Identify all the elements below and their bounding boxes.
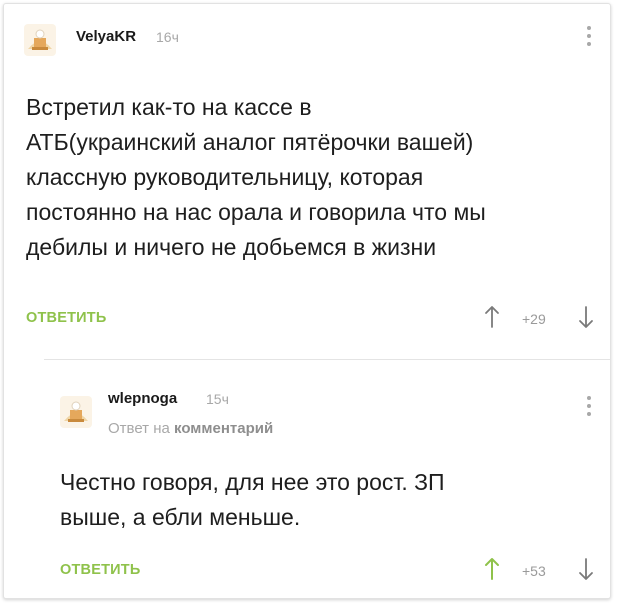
reply-button[interactable]: ОТВЕТИТЬ: [60, 562, 140, 578]
comment-time: 16ч: [156, 29, 179, 45]
comment-text-line: дебилы и ничего не добьемся в жизни: [26, 234, 437, 260]
reply-to-prefix: Ответ на: [108, 420, 170, 437]
rating-value: +53: [522, 563, 546, 579]
comment-text-line: выше, а ебли меньше.: [60, 504, 301, 530]
more-options-icon[interactable]: [584, 396, 594, 420]
upvote-arrow-icon[interactable]: [484, 305, 500, 329]
reply-to-line: Ответ на комментарий: [108, 420, 273, 437]
comment-text-line: классную руководительницу, которая: [26, 164, 424, 190]
avatar-icon[interactable]: [24, 24, 56, 56]
comment-text-line: Встретил как-то на кассе в: [26, 94, 312, 120]
rating-value: +29: [522, 311, 546, 327]
comment-time: 15ч: [206, 391, 229, 407]
comment-body: Честно говоря, для нее это рост. ЗП выше…: [60, 465, 600, 535]
comment-username[interactable]: VelyaKR: [76, 28, 136, 45]
reply-to-link[interactable]: комментарий: [174, 420, 273, 437]
comment-body: Встретил как-то на кассе в АТБ(украински…: [26, 90, 596, 265]
comment-text-line: АТБ(украинский аналог пятёрочки вашей): [26, 129, 474, 155]
avatar-icon[interactable]: [60, 396, 92, 428]
reply-button[interactable]: ОТВЕТИТЬ: [26, 310, 106, 326]
comment-text-line: Честно говоря, для нее это рост. ЗП: [60, 469, 445, 495]
reply-divider: [44, 359, 610, 360]
downvote-arrow-icon[interactable]: [578, 557, 594, 581]
comment-username[interactable]: wlepnoga: [108, 390, 177, 407]
upvote-arrow-icon[interactable]: [484, 557, 500, 581]
more-options-icon[interactable]: [584, 26, 594, 50]
downvote-arrow-icon[interactable]: [578, 305, 594, 329]
comment-text-line: постоянно на нас орала и говорила что мы: [26, 199, 486, 225]
comment-card: VelyaKR 16ч Встретил как-то на кассе в А…: [3, 3, 611, 599]
